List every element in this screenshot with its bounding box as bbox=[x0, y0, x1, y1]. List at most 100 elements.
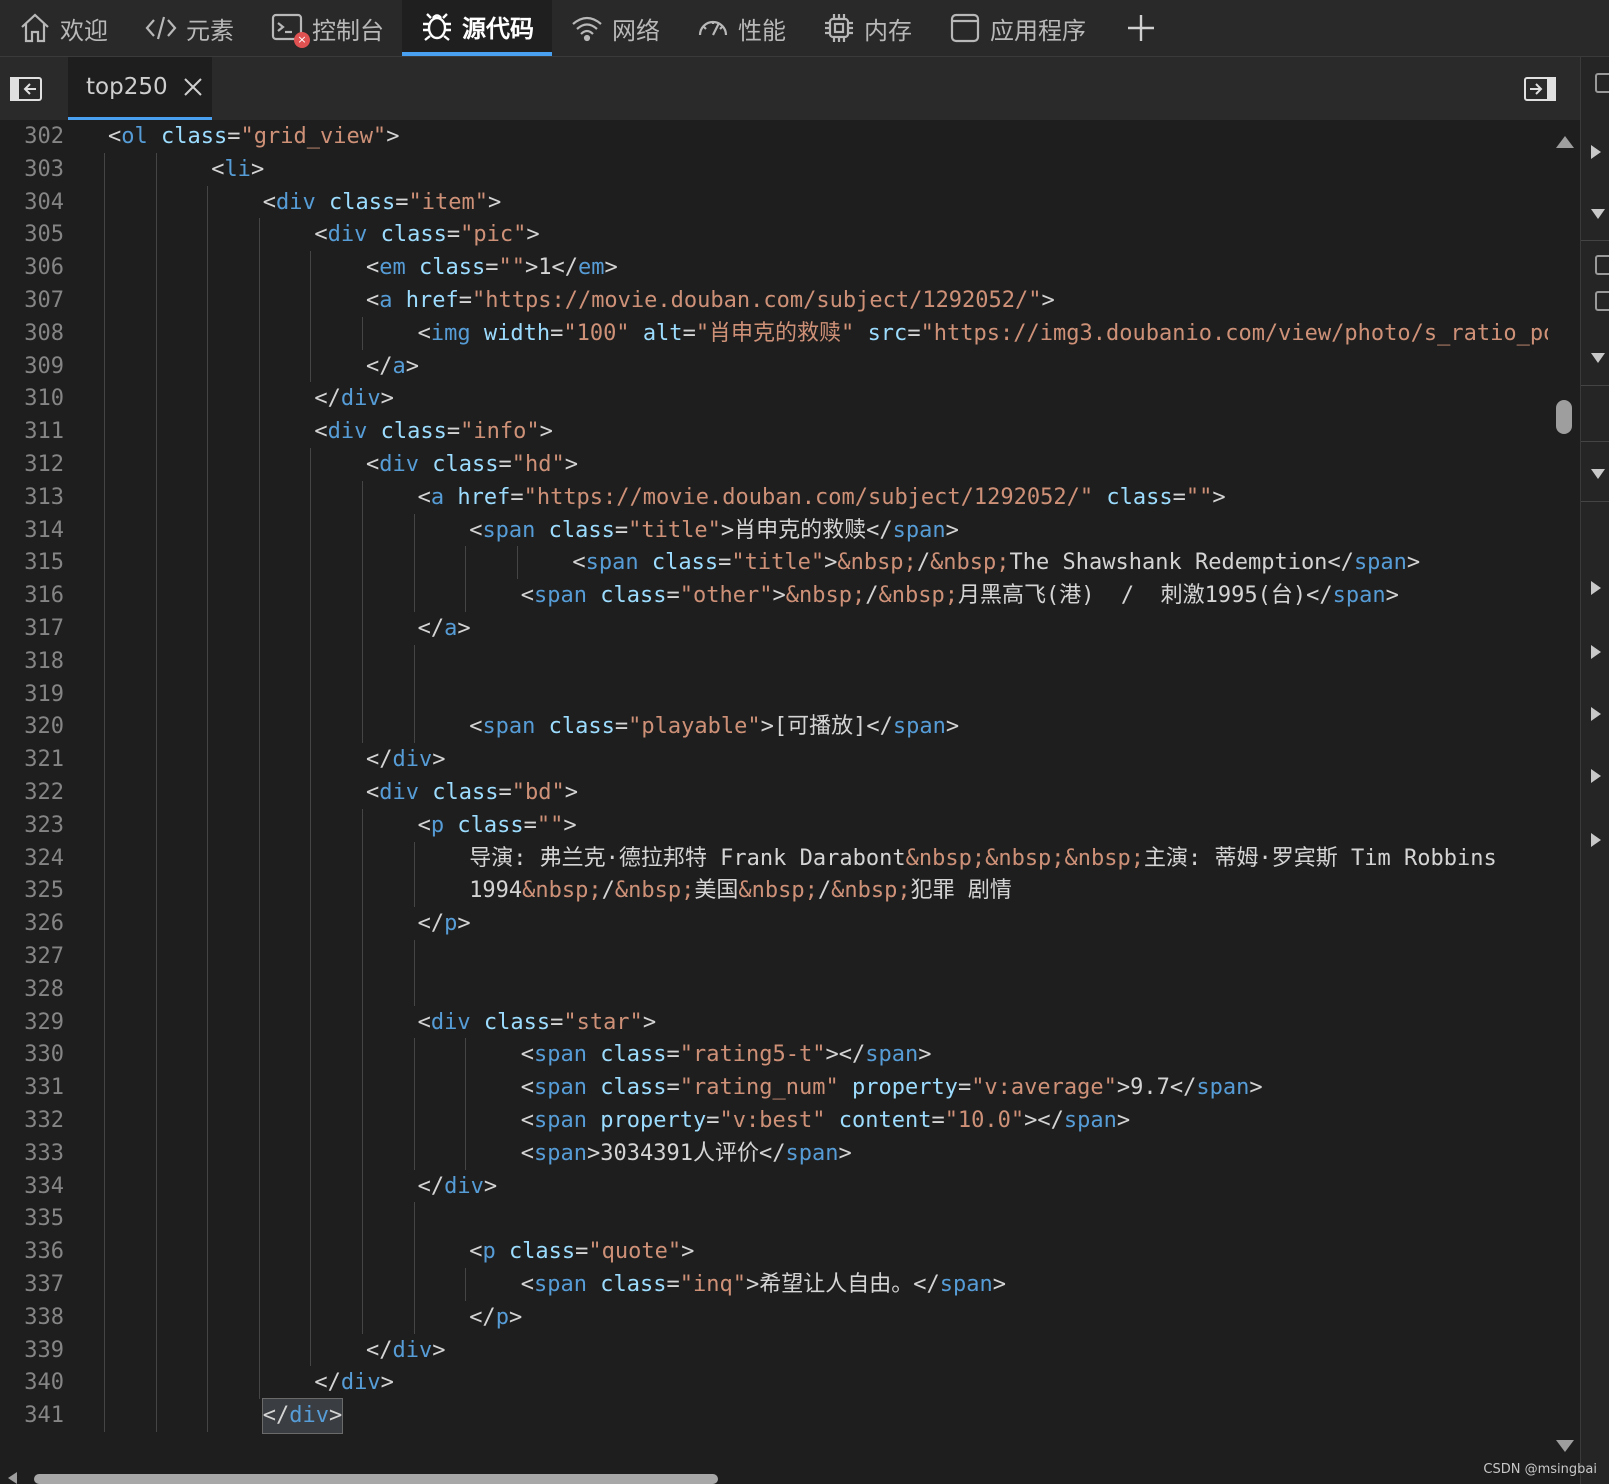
code-line[interactable]: 337 <span class="inq">希望让人自由。</span> bbox=[0, 1268, 1548, 1302]
line-number[interactable]: 314 bbox=[0, 514, 64, 548]
line-number[interactable]: 333 bbox=[0, 1137, 64, 1171]
code-line[interactable]: 323 <p class=""> bbox=[0, 808, 1548, 843]
tab-memory[interactable]: 内存 bbox=[804, 0, 930, 56]
code-line[interactable]: 339 </div> bbox=[0, 1333, 1548, 1368]
code-line[interactable]: 332 <span property="v:best" content="10.0… bbox=[0, 1104, 1548, 1138]
code-line[interactable]: 326 </p> bbox=[0, 907, 1548, 941]
toggle-navigator-icon[interactable] bbox=[10, 77, 42, 101]
code-line[interactable]: 325 1994&nbsp;/&nbsp;美国&nbsp;/&nbsp;犯罪 剧情 bbox=[0, 874, 1548, 908]
code-line[interactable]: 306 <em class="">1</em> bbox=[0, 251, 1548, 285]
line-number[interactable]: 321 bbox=[0, 743, 64, 777]
code-line[interactable]: 302 <ol class="grid_view"> bbox=[0, 120, 1548, 154]
panel-toggle-icon[interactable] bbox=[1595, 73, 1609, 93]
code-line[interactable]: 338 </p> bbox=[0, 1300, 1548, 1335]
code-line[interactable]: 330 <span class="rating5-t"></span> bbox=[0, 1038, 1548, 1072]
code-line[interactable]: 334 </div> bbox=[0, 1169, 1548, 1204]
expand-arrow-icon[interactable] bbox=[1591, 769, 1601, 783]
tab-welcome[interactable]: 欢迎 bbox=[0, 0, 126, 56]
line-number[interactable]: 332 bbox=[0, 1104, 64, 1138]
code-line[interactable]: 340 </div> bbox=[0, 1366, 1548, 1400]
line-number[interactable]: 302 bbox=[0, 120, 64, 154]
line-number[interactable]: 334 bbox=[0, 1170, 64, 1204]
code-line[interactable]: 313 <a href="https://movie.douban.com/sub… bbox=[0, 480, 1548, 515]
line-number[interactable]: 313 bbox=[0, 481, 64, 515]
code-line[interactable]: 329 <div class="star"> bbox=[0, 1005, 1548, 1040]
collapse-arrow-icon[interactable] bbox=[1591, 353, 1605, 363]
line-number[interactable]: 320 bbox=[0, 710, 64, 744]
line-number[interactable]: 339 bbox=[0, 1334, 64, 1368]
source-editor[interactable]: 302 <ol class="grid_view"> 303 <li> 304 <div … bbox=[0, 120, 1548, 1464]
line-number[interactable]: 328 bbox=[0, 973, 64, 1007]
collapse-arrow-icon[interactable] bbox=[1591, 469, 1605, 479]
code-line[interactable]: 333 <span>3034391人评价</span> bbox=[0, 1136, 1548, 1171]
code-line[interactable]: 320 <span class="playable">[可播放]</span> bbox=[0, 710, 1548, 744]
toggle-debugger-icon[interactable] bbox=[1524, 77, 1556, 101]
line-number[interactable]: 318 bbox=[0, 645, 64, 679]
line-number[interactable]: 309 bbox=[0, 350, 64, 384]
scroll-up-icon[interactable] bbox=[1556, 136, 1574, 148]
expand-arrow-icon[interactable] bbox=[1591, 145, 1601, 159]
code-line[interactable]: 317 </a> bbox=[0, 612, 1548, 646]
code-line[interactable]: 314 <span class="title">肖申克的救赎</span> bbox=[0, 513, 1548, 548]
line-number[interactable]: 322 bbox=[0, 776, 64, 810]
tab-sources[interactable]: 源代码 bbox=[402, 0, 552, 56]
code-line[interactable]: 331 <span class="rating_num" property="v:… bbox=[0, 1071, 1548, 1105]
line-number[interactable]: 304 bbox=[0, 186, 64, 220]
line-number[interactable]: 317 bbox=[0, 612, 64, 646]
code-line[interactable]: 311 <div class="info"> bbox=[0, 415, 1548, 449]
line-number[interactable]: 307 bbox=[0, 284, 64, 318]
code-line[interactable]: 322 <div class="bd"> bbox=[0, 776, 1548, 810]
line-number[interactable]: 330 bbox=[0, 1038, 64, 1072]
expand-arrow-icon[interactable] bbox=[1591, 645, 1601, 659]
line-number[interactable]: 306 bbox=[0, 251, 64, 285]
scroll-left-icon[interactable] bbox=[8, 1472, 17, 1484]
code-line[interactable]: 321 </div> bbox=[0, 743, 1548, 777]
scroll-down-icon[interactable] bbox=[1556, 1440, 1574, 1452]
code-line[interactable]: 304 <div class="item"> bbox=[0, 185, 1548, 220]
tab-network[interactable]: 网络 bbox=[552, 0, 678, 56]
code-line[interactable]: 318 bbox=[0, 644, 1548, 679]
horizontal-scrollbar[interactable] bbox=[0, 1464, 1580, 1484]
expand-arrow-icon[interactable] bbox=[1591, 581, 1601, 595]
code-line[interactable]: 305 <div class="pic"> bbox=[0, 218, 1548, 252]
code-line[interactable]: 310 </div> bbox=[0, 382, 1548, 416]
tab-performance[interactable]: 性能 bbox=[678, 0, 804, 56]
checkbox-icon[interactable] bbox=[1595, 255, 1609, 275]
line-number[interactable]: 319 bbox=[0, 678, 64, 712]
code-line[interactable]: 341 </div> bbox=[0, 1398, 1548, 1434]
line-number[interactable]: 308 bbox=[0, 317, 64, 351]
file-tab-top250[interactable]: top250 bbox=[68, 57, 212, 120]
line-number[interactable]: 311 bbox=[0, 415, 64, 449]
line-number[interactable]: 341 bbox=[0, 1399, 64, 1433]
code-line[interactable]: 308 <img width="100" alt="肖申克的救赎" src="ht… bbox=[0, 316, 1548, 351]
line-number[interactable]: 327 bbox=[0, 940, 64, 974]
code-line[interactable]: 324 导演: 弗兰克·德拉邦特 Frank Darabont&nbsp;&nbs… bbox=[0, 841, 1548, 876]
tab-elements[interactable]: 元素 bbox=[126, 0, 252, 56]
expand-arrow-icon[interactable] bbox=[1591, 707, 1601, 721]
line-number[interactable]: 338 bbox=[0, 1301, 64, 1335]
code-line[interactable]: 307 <a href="https://movie.douban.com/sub… bbox=[0, 284, 1548, 318]
line-number[interactable]: 323 bbox=[0, 809, 64, 843]
collapse-arrow-icon[interactable] bbox=[1591, 209, 1605, 219]
close-icon[interactable] bbox=[182, 76, 204, 98]
line-number[interactable]: 324 bbox=[0, 842, 64, 876]
line-number[interactable]: 315 bbox=[0, 546, 64, 580]
tab-application[interactable]: 应用程序 bbox=[930, 0, 1104, 56]
line-number[interactable]: 326 bbox=[0, 907, 64, 941]
add-tool-button[interactable] bbox=[1104, 0, 1178, 56]
line-number[interactable]: 312 bbox=[0, 448, 64, 482]
code-line[interactable]: 316 <span class="other">&nbsp;/&nbsp;月黑高飞… bbox=[0, 579, 1548, 613]
code-line[interactable]: 312 <div class="hd"> bbox=[0, 448, 1548, 482]
code-line[interactable]: 327 bbox=[0, 940, 1548, 974]
checkbox-icon[interactable] bbox=[1595, 291, 1609, 311]
scrollbar-thumb[interactable] bbox=[34, 1474, 718, 1484]
line-number[interactable]: 337 bbox=[0, 1268, 64, 1302]
code-line[interactable]: 336 <p class="quote"> bbox=[0, 1235, 1548, 1269]
line-number[interactable]: 336 bbox=[0, 1235, 64, 1269]
code-line[interactable]: 328 bbox=[0, 972, 1548, 1007]
code-line[interactable]: 315 <span class="title">&nbsp;/&nbsp;The … bbox=[0, 546, 1548, 580]
line-number[interactable]: 340 bbox=[0, 1366, 64, 1400]
vertical-scrollbar[interactable] bbox=[1548, 120, 1580, 1464]
line-number[interactable]: 335 bbox=[0, 1202, 64, 1236]
line-number[interactable]: 325 bbox=[0, 874, 64, 908]
